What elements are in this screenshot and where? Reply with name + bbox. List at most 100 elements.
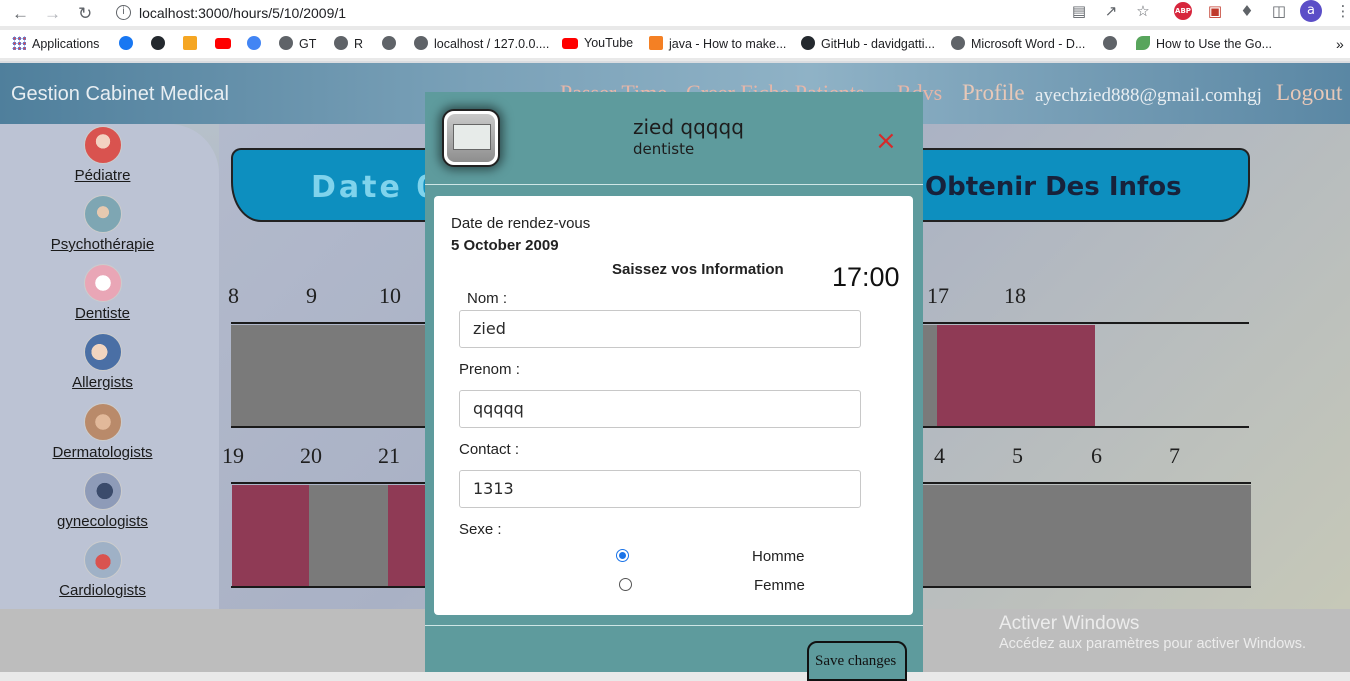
date-label: Date de rendez-vous	[451, 215, 591, 232]
windows-activation-subtitle: Accédez aux paramètres pour activer Wind…	[999, 636, 1307, 652]
bookmark-stackoverflow[interactable]: java - How to make...	[649, 36, 786, 51]
hour-label: 4	[934, 443, 945, 468]
radio-femme[interactable]	[619, 578, 632, 591]
windows-activation-title: Activer Windows	[999, 613, 1140, 634]
bookmark-how-to-use[interactable]: How to Use the Go...	[1136, 36, 1272, 51]
sidebar-item-label: Psychothérapie	[50, 236, 155, 253]
contact-input[interactable]: 1313	[459, 470, 861, 508]
stackoverflow-icon	[649, 36, 663, 50]
doctor-avatar	[442, 109, 500, 167]
hour-label: 19	[222, 443, 244, 468]
bookmark-star-icon[interactable]: ☆	[1134, 2, 1152, 20]
doctor-name: zied qqqqq	[633, 115, 744, 139]
obtenir-infos-button[interactable]: Obtenir Des Infos	[925, 172, 1182, 202]
youtube-icon	[215, 38, 231, 49]
bookmark-youtube-1[interactable]	[215, 36, 237, 50]
adblock-icon[interactable]: ABP	[1174, 2, 1192, 20]
close-icon[interactable]: ×	[875, 128, 897, 154]
prenom-label: Prenom :	[459, 361, 520, 378]
sidebar-item-dermatologists[interactable]: Dermatologists	[0, 403, 205, 461]
extension-shield-icon[interactable]: ▣	[1206, 2, 1224, 20]
time-slot-booked[interactable]	[388, 485, 425, 586]
forward-icon[interactable]: →	[44, 4, 61, 24]
globe-icon	[414, 36, 428, 50]
bookmark-globe-2[interactable]	[1103, 36, 1123, 51]
nav-logout[interactable]: Logout	[1276, 80, 1342, 106]
google-icon	[247, 36, 261, 50]
bookmark-gt[interactable]: GT	[279, 36, 316, 51]
hour-label: 7	[1169, 443, 1180, 468]
time-slot-unavailable[interactable]	[231, 325, 425, 426]
bookmark-applications[interactable]: Applications	[12, 36, 99, 51]
sidebar-item-psychotherapie[interactable]: Psychothérapie	[0, 195, 205, 253]
heart-image	[83, 541, 122, 579]
github-icon	[151, 36, 165, 50]
prenom-input[interactable]: qqqqq	[459, 390, 861, 428]
bookmark-microsoft-word[interactable]: Microsoft Word - D...	[951, 36, 1085, 51]
brand-title[interactable]: Gestion Cabinet Medical	[11, 83, 229, 106]
nav-profile[interactable]: Profile	[962, 80, 1025, 106]
hour-label: 6	[1091, 443, 1102, 468]
time-slot-booked[interactable]	[232, 485, 309, 586]
specialties-sidebar: Pédiatre Psychothérapie Dentiste Allergi…	[0, 124, 219, 609]
reload-icon[interactable]: ↻	[78, 4, 92, 24]
sidebar-item-label: Dermatologists	[52, 444, 153, 461]
hour-label: 18	[1004, 283, 1026, 308]
appointment-time: 17:00	[832, 262, 900, 292]
bookmark-localhost[interactable]: localhost / 127.0.0....	[414, 36, 549, 51]
hour-label: 17	[927, 283, 949, 308]
sidebar-item-allergists[interactable]: Allergists	[0, 333, 205, 391]
address-bar[interactable]: i localhost:3000/hours/5/10/2009/1	[110, 1, 1060, 24]
radio-homme-label: Homme	[752, 548, 805, 565]
time-slot-unavailable[interactable]	[309, 485, 388, 586]
hour-label: 8	[228, 283, 239, 308]
sidebar-item-dentiste[interactable]: Dentiste	[0, 264, 205, 322]
bookmarks-bar: Applications GT R localhost / 127.0.0...…	[0, 30, 1350, 58]
hour-label: 20	[300, 443, 322, 468]
bookmark-facebook[interactable]	[119, 36, 139, 51]
extensions-puzzle-icon[interactable]: ♦	[1238, 2, 1256, 20]
bookmark-github[interactable]	[151, 36, 171, 51]
bookmarks-more-icon[interactable]: »	[1336, 36, 1344, 52]
side-panel-icon[interactable]: ◫	[1270, 2, 1288, 20]
time-slot-booked[interactable]	[937, 325, 1095, 426]
modal-footer-divider	[425, 625, 923, 626]
firebase-icon	[183, 36, 197, 50]
globe-icon	[1103, 36, 1117, 50]
bookmark-r[interactable]: R	[334, 36, 363, 51]
profile-avatar-icon[interactable]: a	[1300, 0, 1322, 22]
sidebar-item-pediatre[interactable]: Pédiatre	[0, 126, 205, 184]
back-icon[interactable]: ←	[12, 4, 29, 24]
nom-input[interactable]: zied	[459, 310, 861, 348]
save-changes-button[interactable]: Save changes	[807, 641, 907, 681]
time-slot-unavailable[interactable]	[923, 325, 937, 426]
translate-icon[interactable]: ▤	[1070, 2, 1088, 20]
date-value: 5 October 2009	[451, 237, 559, 254]
sidebar-item-cardiologists[interactable]: Cardiologists	[0, 541, 205, 599]
github-icon	[801, 36, 815, 50]
allergists-image	[83, 333, 122, 371]
bookmark-github-davidgatti[interactable]: GitHub - davidgatti...	[801, 36, 935, 51]
hour-label: 5	[1012, 443, 1023, 468]
sidebar-item-label: Pédiatre	[74, 167, 131, 184]
globe-icon	[951, 36, 965, 50]
pediatre-image	[83, 126, 122, 164]
leaf-icon	[1136, 36, 1150, 50]
time-slot-unavailable[interactable]	[923, 485, 1251, 586]
user-email: ayechzied888@gmail.comhgj	[1035, 85, 1262, 106]
bookmark-firebase[interactable]	[183, 36, 203, 51]
globe-icon	[279, 36, 293, 50]
site-info-icon[interactable]: i	[116, 5, 131, 20]
bookmark-youtube[interactable]: YouTube	[562, 36, 633, 50]
sidebar-item-gynecologists[interactable]: gynecologists	[0, 472, 205, 530]
radio-femme-label: Femme	[754, 577, 805, 594]
doctor-photo	[447, 114, 495, 162]
share-icon[interactable]: ↗	[1102, 2, 1120, 20]
globe-icon	[334, 36, 348, 50]
menu-kebab-icon[interactable]: ⋮	[1334, 2, 1350, 20]
bookmark-google[interactable]	[247, 36, 267, 51]
radio-homme[interactable]	[616, 549, 629, 562]
bookmark-globe[interactable]	[382, 36, 402, 51]
browser-toolbar: ← → ↻ i localhost:3000/hours/5/10/2009/1 …	[0, 0, 1350, 26]
appointment-modal: zied qqqqq dentiste × Date de rendez-vou…	[425, 92, 923, 681]
